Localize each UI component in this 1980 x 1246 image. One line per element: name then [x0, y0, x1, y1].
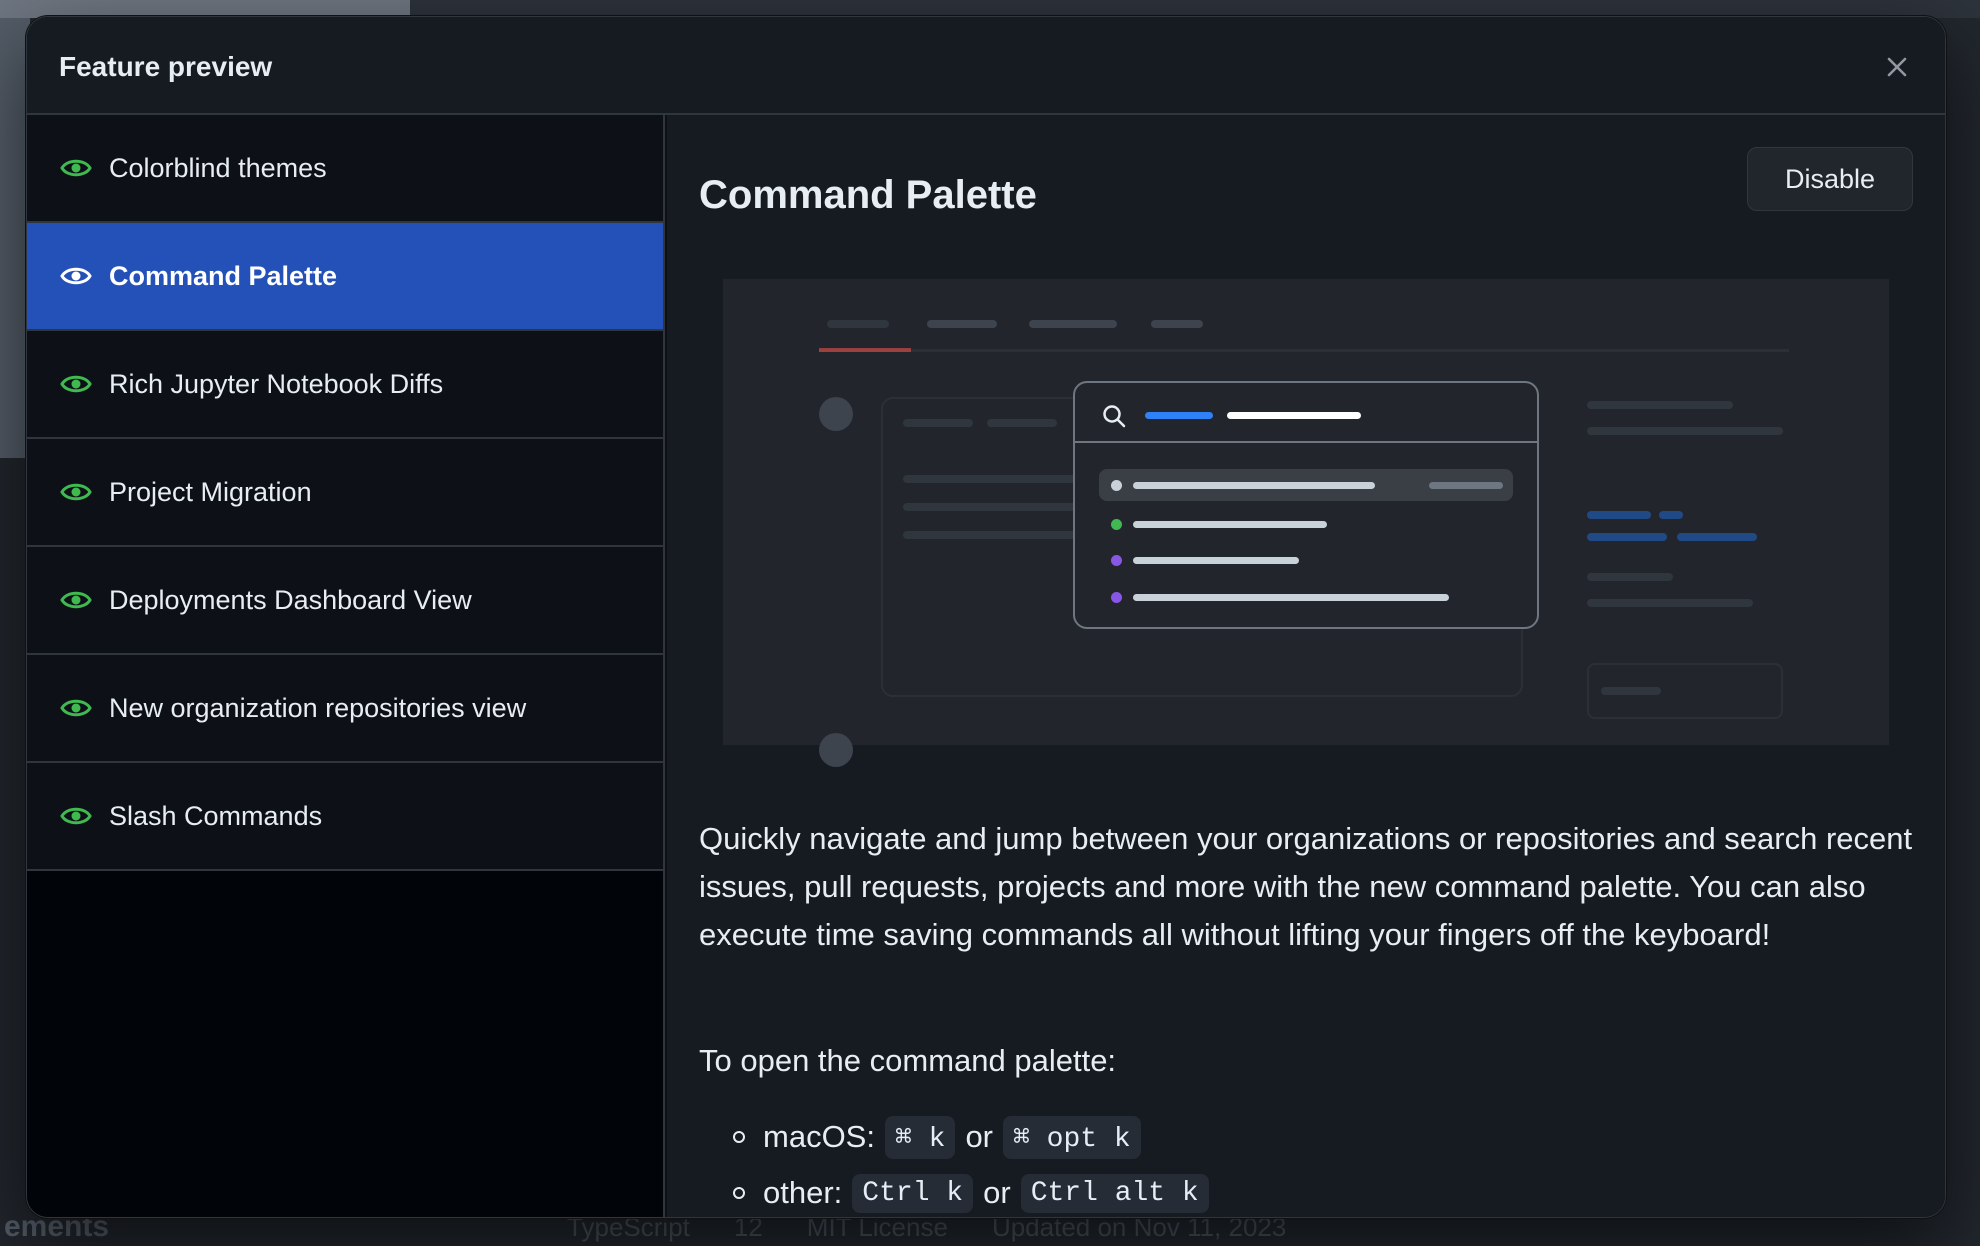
eye-icon [59, 475, 93, 509]
or-text: or [965, 1119, 994, 1154]
sidebar-item-label: Rich Jupyter Notebook Diffs [109, 368, 444, 399]
illustration-line [1587, 599, 1753, 607]
sidebar-item-label: Slash Commands [109, 800, 323, 831]
shortcut-list: macOS: ⌘ k or ⌘ opt k other: Ctrl k or C… [699, 1109, 1219, 1217]
dialog-header: Feature preview [27, 17, 1945, 115]
illustration-palette-divider [1075, 441, 1537, 443]
x-icon [1887, 57, 1907, 77]
illustration-query-token [1145, 412, 1213, 419]
howto-heading: To open the command palette: [699, 1043, 1117, 1078]
eye-icon [59, 583, 93, 617]
illustration-line [903, 419, 973, 427]
eye-icon [59, 151, 93, 185]
illustration-canvas [723, 279, 1889, 767]
illustration-avatar [819, 733, 853, 767]
feature-preview-dialog: Feature preview Colorblind themes Comman… [26, 16, 1946, 1218]
illustration-row-line [1133, 557, 1299, 564]
illustration-line [903, 503, 1083, 511]
illustration-line [1601, 687, 1661, 695]
illustration-link [1587, 533, 1667, 541]
feature-list-sidebar: Colorblind themes Command Palette Rich J… [27, 115, 665, 1217]
kbd-shortcut: ⌘ k [884, 1115, 956, 1159]
illustration-tab-underline [819, 348, 911, 352]
or-text: or [983, 1175, 1011, 1210]
illustration-row-dot [1111, 519, 1122, 530]
feature-title: Command Palette [699, 173, 1037, 217]
kbd-shortcut: ⌘ opt k [1003, 1115, 1141, 1159]
sidebar-item-slash-commands[interactable]: Slash Commands [27, 763, 663, 871]
illustration-query-text [1227, 412, 1361, 419]
kbd-shortcut: Ctrl k [852, 1173, 974, 1213]
dialog-title: Feature preview [59, 51, 273, 82]
illustration-tab [827, 320, 889, 328]
illustration-tab-rule [819, 349, 1789, 352]
sidebar-item-label: Command Palette [109, 260, 338, 291]
illustration-link [1587, 511, 1651, 519]
sidebar-item-label: Deployments Dashboard View [109, 584, 472, 615]
sidebar-item-project-migration[interactable]: Project Migration [27, 439, 663, 547]
sidebar-item-rich-jupyter-notebook-diffs[interactable]: Rich Jupyter Notebook Diffs [27, 331, 663, 439]
illustration-line [1587, 573, 1673, 581]
shortcut-item-macos: macOS: ⌘ k or ⌘ opt k [699, 1109, 1219, 1165]
illustration-line [1587, 401, 1733, 409]
list-bullet [733, 1187, 745, 1199]
eye-icon [59, 799, 93, 833]
sidebar-item-label: Project Migration [109, 476, 312, 507]
sidebar-item-colorblind-themes[interactable]: Colorblind themes [27, 115, 663, 223]
illustration-link [1677, 533, 1757, 541]
disable-button[interactable]: Disable [1747, 147, 1913, 211]
illustration-command-palette [1073, 381, 1539, 629]
sidebar-item-label: New organization repositories view [109, 692, 527, 723]
illustration-avatar [819, 397, 853, 431]
list-bullet [733, 1131, 745, 1143]
illustration-line [903, 531, 1083, 539]
sidebar-item-command-palette[interactable]: Command Palette [27, 223, 663, 331]
feature-description: Quickly navigate and jump between your o… [699, 821, 1913, 952]
os-label: macOS: [763, 1119, 875, 1154]
illustration-row-line [1133, 482, 1375, 489]
sidebar-item-new-organization-repositories-view[interactable]: New organization repositories view [27, 655, 663, 763]
eye-icon [59, 367, 93, 401]
illustration-tab [1029, 320, 1117, 328]
illustration-tab [1151, 320, 1203, 328]
illustration-line [903, 475, 1083, 483]
sidebar-item-deployments-dashboard-view[interactable]: Deployments Dashboard View [27, 547, 663, 655]
eye-icon [59, 259, 93, 293]
feature-detail-panel: Command Palette Disable Quickly navigate… [667, 115, 1945, 1217]
illustration-row-line [1133, 521, 1327, 528]
eye-icon [59, 691, 93, 725]
feature-preview-illustration [699, 255, 1923, 775]
illustration-row-hint [1429, 482, 1503, 489]
illustration-row-dot [1111, 480, 1122, 491]
kbd-shortcut: Ctrl alt k [1020, 1173, 1209, 1213]
illustration-row-line [1133, 594, 1449, 601]
illustration-link [1659, 511, 1683, 519]
sidebar-item-label: Colorblind themes [109, 152, 327, 183]
os-label: other: [763, 1175, 843, 1210]
search-icon [1103, 405, 1126, 428]
illustration-line [1587, 427, 1783, 435]
shortcut-item-other: other: Ctrl k or Ctrl alt k [699, 1165, 1219, 1217]
illustration-tab [927, 320, 997, 328]
illustration-row-dot [1111, 555, 1122, 566]
illustration-line [987, 419, 1057, 427]
illustration-row-dot [1111, 592, 1122, 603]
close-button[interactable] [1877, 47, 1917, 87]
